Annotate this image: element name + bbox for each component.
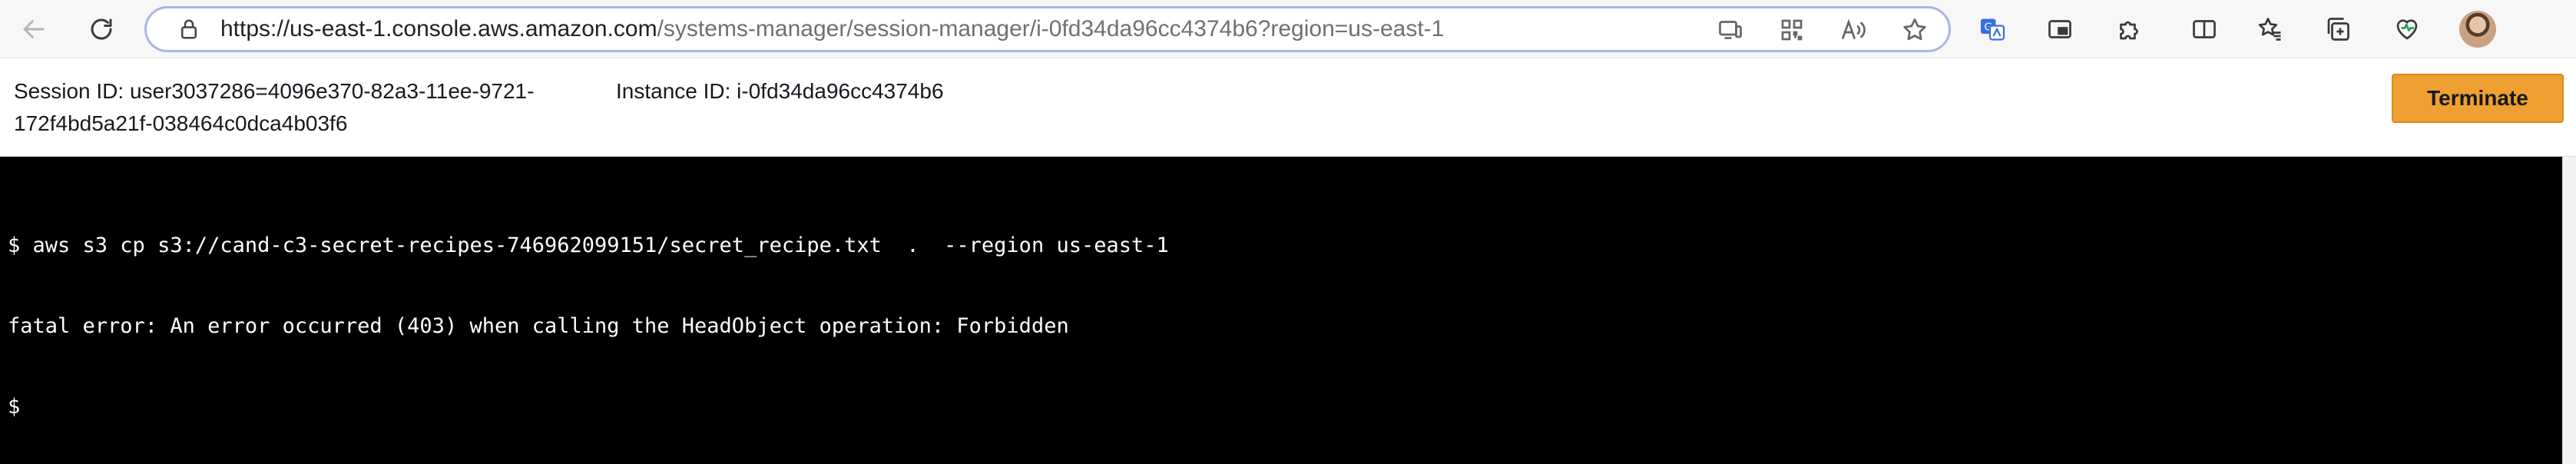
url-text[interactable]: https://us-east-1.console.aws.amazon.com… [220, 8, 1444, 50]
star-icon[interactable] [1901, 16, 1929, 44]
terminal-output: $ aws s3 cp s3://cand-c3-secret-recipes-… [8, 178, 1169, 464]
browser-toolbar: https://us-east-1.console.aws.amazon.com… [0, 0, 2576, 58]
qr-code-icon[interactable] [1778, 16, 1806, 44]
terminal-prompt: $ [8, 395, 21, 419]
url-path: /systems-manager/session-manager/i-0fd34… [657, 16, 1445, 41]
avatar[interactable] [2459, 11, 2496, 48]
terminal-scrollbar[interactable] [2562, 157, 2576, 464]
session-header: Session ID: user3037286=4096e370-82a3-11… [0, 58, 2576, 157]
app-available-icon[interactable] [1717, 16, 1744, 44]
session-id-text: Session ID: user3037286=4096e370-82a3-11… [14, 79, 535, 135]
split-screen-icon[interactable] [2181, 6, 2227, 52]
translate-icon[interactable]: G [1969, 6, 2015, 52]
terminal-line: fatal error: An error occurred (403) whe… [8, 314, 1069, 338]
arrow-left-icon[interactable] [11, 6, 57, 52]
terminal[interactable]: $ aws s3 cp s3://cand-c3-secret-recipes-… [0, 157, 2576, 464]
collections-icon[interactable] [2315, 6, 2361, 52]
instance-id-text: Instance ID: i-0fd34da96cc4374b6 [616, 79, 944, 103]
url-host: https://us-east-1.console.aws.amazon.com [220, 16, 657, 41]
lock-icon[interactable] [177, 18, 200, 41]
reload-icon[interactable] [78, 6, 124, 52]
address-bar[interactable]: https://us-east-1.console.aws.amazon.com… [144, 6, 1951, 52]
picture-in-picture-icon[interactable] [2037, 6, 2083, 52]
read-aloud-icon[interactable] [1839, 16, 1867, 44]
favorites-icon[interactable] [2247, 6, 2293, 52]
terminal-line: $ aws s3 cp s3://cand-c3-secret-recipes-… [8, 234, 1169, 257]
terminate-button[interactable]: Terminate [2392, 74, 2564, 123]
puzzle-icon[interactable] [2106, 6, 2152, 52]
heart-pulse-icon[interactable] [2384, 6, 2430, 52]
